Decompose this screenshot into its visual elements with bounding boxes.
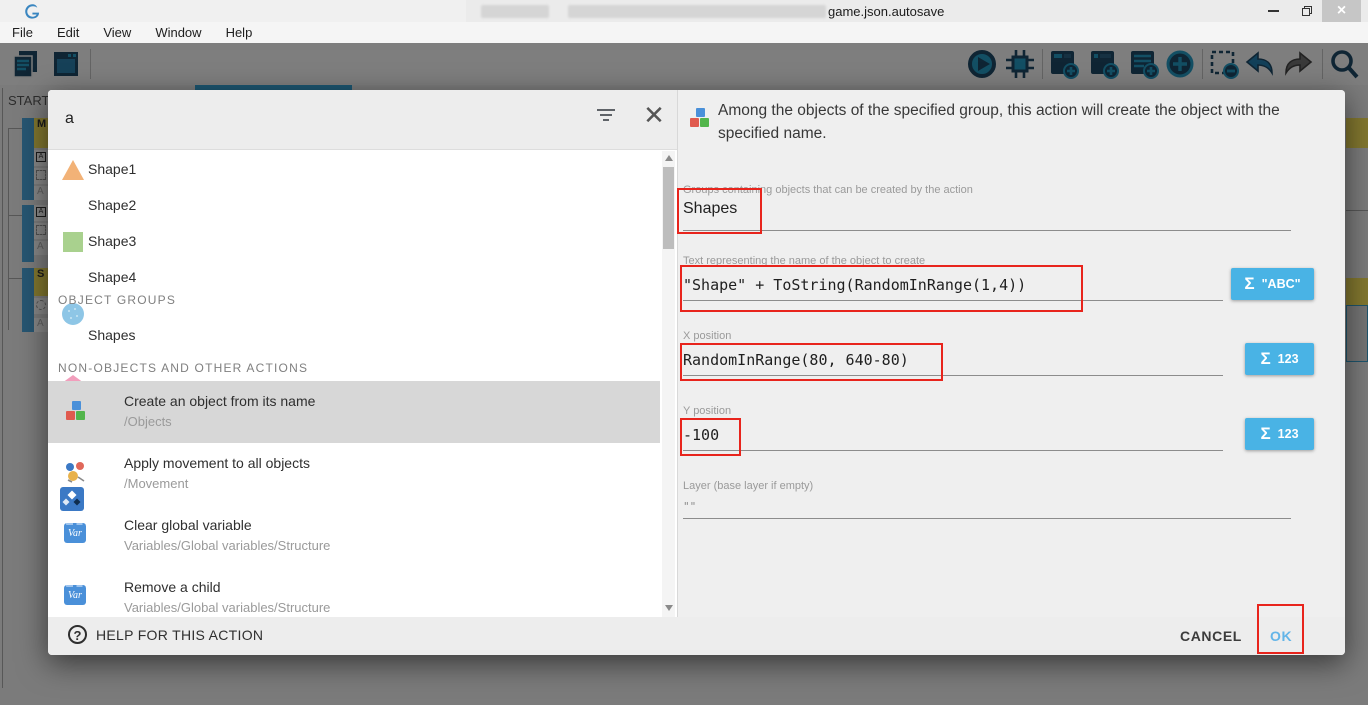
section-header-other-actions: NON-OBJECTS AND OTHER ACTIONS bbox=[58, 361, 308, 375]
field-underline bbox=[683, 450, 1223, 451]
list-item-object[interactable]: Shape3 bbox=[48, 223, 660, 259]
help-icon: ? bbox=[68, 625, 87, 644]
field-underline bbox=[683, 518, 1291, 519]
scroll-down-icon[interactable] bbox=[665, 605, 673, 611]
window-title: game.json.autosave bbox=[828, 4, 944, 19]
string-expression-button[interactable]: Σ "ABC" bbox=[1231, 268, 1314, 300]
scrollbar-thumb[interactable] bbox=[663, 167, 674, 249]
number-expression-button[interactable]: Σ 123 bbox=[1245, 418, 1314, 450]
section-header-object-groups: OBJECT GROUPS bbox=[58, 293, 176, 307]
list-item-object[interactable]: Shape1 bbox=[48, 151, 660, 187]
create-object-icon bbox=[64, 399, 88, 423]
menu-window[interactable]: Window bbox=[143, 25, 213, 40]
filter-icon[interactable] bbox=[596, 109, 616, 125]
minimize-icon bbox=[1268, 10, 1279, 12]
restore-icon bbox=[1302, 6, 1312, 16]
menu-file[interactable]: File bbox=[0, 25, 45, 40]
list-item-action[interactable]: Var Clear global variable Variables/Glob… bbox=[48, 505, 660, 567]
dialog-footer: ? HELP FOR THIS ACTION CANCEL OK bbox=[48, 617, 1345, 655]
close-dialog-icon[interactable]: ✕ bbox=[640, 98, 668, 132]
gdevelop-logo-icon bbox=[24, 3, 41, 20]
field-label-layer: Layer (base layer if empty) bbox=[683, 480, 813, 492]
menu-help[interactable]: Help bbox=[214, 25, 265, 40]
variable-icon: Var bbox=[64, 585, 86, 605]
field-label-y-position: Y position bbox=[683, 405, 731, 417]
app-window: game.json.autosave × File Edit View Wind… bbox=[0, 0, 1368, 705]
annotation-box-x-field bbox=[680, 343, 943, 381]
field-value-layer[interactable]: "" bbox=[683, 500, 696, 513]
list-item-action[interactable]: Var Remove a child Variables/Global vari… bbox=[48, 567, 660, 617]
menu-view[interactable]: View bbox=[91, 25, 143, 40]
list-item-object[interactable]: Shape4 bbox=[48, 259, 660, 295]
title-bar-shade bbox=[0, 0, 466, 22]
action-description: Among the objects of the specified group… bbox=[718, 99, 1330, 145]
list-item-action[interactable]: Apply movement to all objects /Movement bbox=[48, 443, 660, 505]
field-underline bbox=[683, 230, 1291, 231]
list-scrollbar[interactable] bbox=[662, 151, 675, 617]
restore-button[interactable] bbox=[1292, 0, 1322, 22]
apply-movement-icon bbox=[64, 461, 88, 485]
title-redaction-block bbox=[568, 5, 826, 18]
help-button[interactable]: ? HELP FOR THIS ACTION bbox=[68, 625, 263, 644]
sigma-icon: Σ bbox=[1260, 349, 1270, 369]
search-input[interactable] bbox=[65, 104, 565, 134]
list-item-action-selected[interactable]: Create an object from its name /Objects bbox=[48, 381, 660, 443]
title-redaction-block bbox=[481, 5, 549, 18]
sigma-icon: Σ bbox=[1244, 274, 1254, 294]
menu-bar: File Edit View Window Help bbox=[0, 22, 1368, 43]
menu-edit[interactable]: Edit bbox=[45, 25, 91, 40]
create-object-icon bbox=[688, 106, 712, 130]
list-item-object[interactable]: Shape2 bbox=[48, 187, 660, 223]
triangle-shape-icon bbox=[60, 157, 86, 183]
scroll-up-icon[interactable] bbox=[665, 155, 673, 161]
minimize-button[interactable] bbox=[1258, 0, 1288, 22]
instruction-list-panel: ✕ Shape1 Shape2 Shape3 Shape4 bbox=[48, 90, 677, 617]
cancel-button[interactable]: CANCEL bbox=[1180, 623, 1242, 649]
list-item-group[interactable]: Shapes bbox=[48, 315, 660, 355]
variable-icon: Var bbox=[64, 523, 86, 543]
field-label-x-position: X position bbox=[683, 330, 731, 342]
sigma-icon: Σ bbox=[1260, 424, 1270, 444]
annotation-box-y-field bbox=[680, 418, 741, 456]
title-bar: game.json.autosave × bbox=[0, 0, 1368, 22]
instruction-list: Shape1 Shape2 Shape3 Shape4 OBJECT GROUP… bbox=[48, 151, 677, 617]
close-button[interactable]: × bbox=[1322, 0, 1361, 22]
search-bar: ✕ bbox=[48, 90, 677, 150]
annotation-box-ok-button bbox=[1257, 604, 1304, 654]
number-expression-button[interactable]: Σ 123 bbox=[1245, 343, 1314, 375]
annotation-box-name-field bbox=[680, 265, 1083, 312]
annotation-box-group-field bbox=[677, 188, 762, 234]
